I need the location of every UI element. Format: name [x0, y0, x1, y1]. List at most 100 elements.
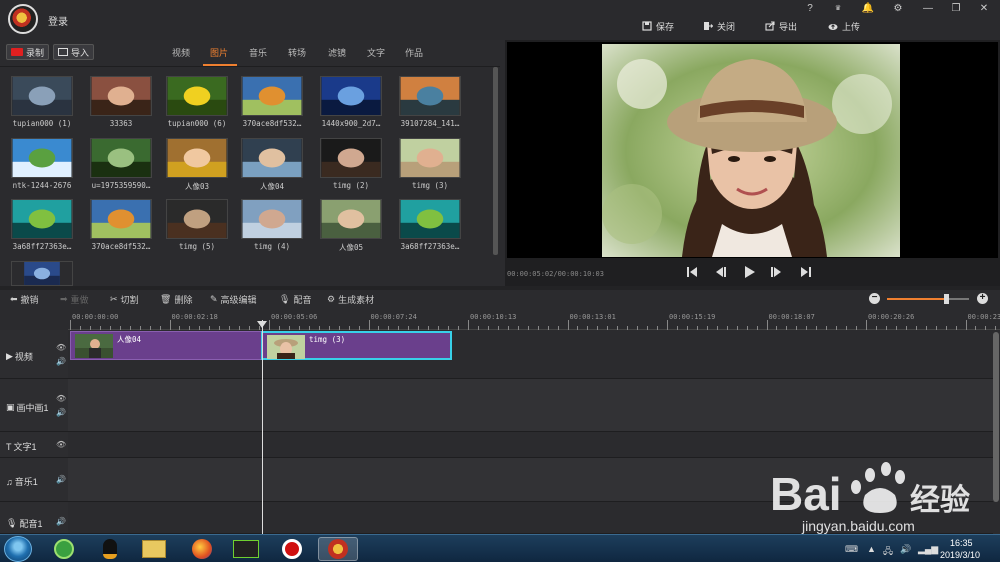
skip-to-end-icon[interactable]	[799, 265, 813, 279]
undo-icon: ⬅	[10, 294, 18, 304]
media-thumbnail[interactable]	[399, 138, 461, 178]
media-thumbnail[interactable]	[166, 76, 228, 116]
network-icon[interactable]: 🖧	[883, 544, 893, 560]
taskbar-app-firefox[interactable]	[182, 537, 222, 561]
vip-icon[interactable]: ♛	[828, 3, 848, 15]
media-thumbnail-label: 370ace8df532…	[242, 119, 302, 128]
login-link[interactable]: 登录	[48, 13, 68, 28]
delete-button[interactable]: 🗑 删除	[160, 293, 192, 306]
media-thumbnail[interactable]	[11, 261, 73, 286]
zoom-slider-handle[interactable]	[944, 294, 950, 304]
import-button[interactable]: 导入	[53, 44, 95, 60]
taskbar-app-editor[interactable]	[318, 537, 358, 561]
generate-button[interactable]: ⚙ 生成素材	[327, 293, 374, 306]
close-window-icon[interactable]: ✕	[974, 3, 994, 15]
tab-filter[interactable]: 滤镜	[328, 46, 346, 59]
media-thumbnail[interactable]	[11, 199, 73, 239]
maximize-icon[interactable]: ❐	[946, 3, 966, 15]
media-thumbnail-label: 370ace8df532…	[91, 242, 151, 251]
eye-icon[interactable]: 👁	[56, 395, 66, 403]
media-thumbnail[interactable]	[399, 199, 461, 239]
speaker-icon[interactable]: 🔊	[56, 476, 66, 484]
taskbar-app-recorder[interactable]	[272, 537, 312, 561]
media-thumbnail[interactable]	[11, 138, 73, 178]
media-thumbnail[interactable]	[399, 76, 461, 116]
media-thumbnail[interactable]	[320, 138, 382, 178]
import-label: 导入	[71, 47, 90, 58]
signal-icon[interactable]: ▂▄▆	[918, 544, 938, 555]
tab-transition[interactable]: 转场	[288, 46, 306, 59]
bell-icon[interactable]: 🔔	[858, 3, 878, 15]
eye-icon[interactable]: 👁	[56, 344, 66, 352]
taskbar-app-360[interactable]	[44, 537, 84, 561]
taskbar-app-qq[interactable]	[90, 537, 130, 561]
timeline-clip-selected[interactable]: timg (3)	[261, 331, 452, 360]
timeline-clip[interactable]: 人像04	[70, 331, 262, 360]
media-thumbnail[interactable]	[166, 138, 228, 178]
media-thumbnail[interactable]	[320, 76, 382, 116]
play-icon[interactable]	[742, 265, 756, 279]
playhead-line[interactable]	[262, 320, 263, 534]
speaker-icon[interactable]: 🔊	[56, 518, 66, 526]
playhead-handle[interactable]	[257, 321, 267, 328]
ruler-major-tick	[269, 320, 270, 330]
media-thumbnail[interactable]	[241, 76, 303, 116]
export-button[interactable]: 导出	[765, 19, 797, 33]
skip-to-start-icon[interactable]	[685, 265, 699, 279]
save-button[interactable]: 保存	[642, 19, 674, 33]
advanced-edit-button[interactable]: ✎ 高级编辑	[210, 293, 257, 306]
tab-works[interactable]: 作品	[405, 46, 423, 59]
taskbar-app-explorer[interactable]	[134, 537, 174, 561]
redo-button[interactable]: ➡ 重做	[60, 293, 89, 306]
media-thumbnail[interactable]	[11, 76, 73, 116]
tab-text[interactable]: 文字	[367, 46, 385, 59]
clip-thumbnail	[75, 334, 113, 358]
mic-icon: 🎙	[279, 294, 291, 304]
dub-button[interactable]: 🎙 配音	[279, 293, 311, 306]
help-icon[interactable]: ?	[800, 3, 820, 15]
tab-video[interactable]: 视频	[172, 46, 190, 59]
timeline-scrollbar[interactable]	[993, 332, 999, 502]
tray-expand-icon[interactable]: ▲	[867, 544, 876, 554]
film-reel-icon: ⚙	[327, 294, 336, 304]
clock-date[interactable]: 2019/3/10	[940, 550, 980, 560]
title-bar: 登录 ? ♛ 🔔 ⚙ — ❐ ✕ 保存 关闭 导出 上传	[0, 0, 1000, 40]
record-label: 录制	[26, 47, 45, 58]
minimize-icon[interactable]: —	[918, 3, 938, 15]
time-ruler[interactable]: 00:00:00:00 00:00:02:18 00:00:05:06 00:00:0…	[68, 308, 1000, 330]
tab-music[interactable]: 音乐	[249, 46, 267, 59]
save-label: 保存	[656, 21, 675, 32]
next-frame-icon[interactable]	[770, 265, 784, 279]
upload-button[interactable]: 上传	[828, 19, 860, 33]
zoom-in-icon[interactable]: +	[977, 293, 988, 304]
cut-button[interactable]: ✂ 切割	[110, 293, 139, 306]
undo-button[interactable]: ⬅ 撤销	[10, 293, 39, 306]
zoom-out-icon[interactable]: −	[869, 293, 880, 304]
media-thumbnail[interactable]	[90, 199, 152, 239]
pencil-icon: ✎	[210, 294, 218, 304]
media-thumbnail[interactable]	[241, 138, 303, 178]
close-project-button[interactable]: 关闭	[703, 19, 735, 33]
prev-frame-icon[interactable]	[713, 265, 727, 279]
library-scrollbar[interactable]	[493, 67, 498, 255]
media-thumbnail[interactable]	[320, 199, 382, 239]
record-button[interactable]: 录制	[6, 44, 50, 60]
media-thumbnail-label: 3a68ff27363e…	[400, 242, 460, 251]
gear-icon[interactable]: ⚙	[888, 3, 908, 15]
media-thumbnail[interactable]	[90, 138, 152, 178]
media-thumbnail[interactable]	[166, 199, 228, 239]
keyboard-icon[interactable]: ⌨	[845, 544, 858, 555]
track-lane-pip[interactable]	[68, 379, 993, 432]
media-thumbnail[interactable]	[90, 76, 152, 116]
preview-panel: 00:00:05:02/00:00:10:03	[505, 40, 1000, 286]
media-thumbnail-label: 33363	[109, 119, 133, 128]
tab-image[interactable]: 图片	[210, 46, 228, 59]
eye-icon[interactable]: 👁	[56, 441, 66, 449]
clock-time[interactable]: 16:35	[950, 538, 973, 548]
speaker-icon[interactable]: 🔊	[56, 409, 66, 417]
taskbar-app-player[interactable]	[226, 537, 266, 561]
volume-icon[interactable]: 🔊	[900, 544, 911, 555]
media-thumbnail[interactable]	[241, 199, 303, 239]
speaker-icon[interactable]: 🔊	[56, 358, 66, 366]
start-button[interactable]	[4, 536, 32, 562]
